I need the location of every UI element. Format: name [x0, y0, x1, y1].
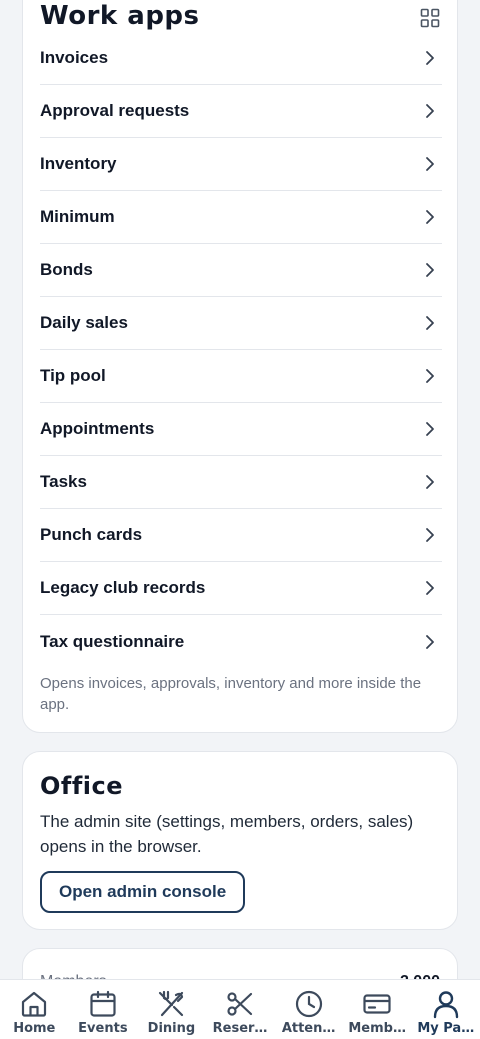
home-icon — [22, 991, 47, 1017]
work-app-inventory[interactable]: Inventory — [40, 138, 442, 191]
work-apps-hint: Opens invoices, approvals, inventory and… — [40, 675, 422, 713]
work-app-legacy-club-records[interactable]: Legacy club records — [40, 562, 442, 615]
bottom-tab-bar: Home Events Dining Reser… Atten… Memb… M… — [0, 979, 480, 1039]
row-label: Tasks — [40, 472, 87, 491]
office-card: Office The admin site (settings, members… — [22, 751, 458, 930]
office-title: Office — [40, 772, 124, 800]
tab-attendance[interactable]: Atten… — [274, 980, 343, 1039]
work-app-daily-sales[interactable]: Daily sales — [40, 297, 442, 350]
tab-label: Events — [78, 1021, 128, 1036]
calendar-icon — [90, 990, 116, 1017]
tab-my-page[interactable]: My Pa… — [411, 980, 480, 1039]
tab-events[interactable]: Events — [69, 980, 138, 1039]
work-app-appointments[interactable]: Appointments — [40, 403, 442, 456]
work-apps-title: Work apps — [40, 1, 200, 31]
row-label: Daily sales — [40, 313, 128, 332]
scissors-icon — [227, 992, 253, 1016]
open-admin-console-button[interactable]: Open admin console — [40, 871, 246, 913]
chevron-right-icon — [426, 157, 434, 171]
row-label: Tax questionnaire — [40, 631, 185, 651]
work-apps-card: Work apps Invoices Approval requests Inv… — [22, 0, 458, 733]
office-description: The admin site (settings, members, order… — [40, 812, 414, 856]
row-label: Minimum — [40, 207, 115, 226]
row-label: Invoices — [40, 48, 109, 67]
tab-label: My Pa… — [417, 1021, 475, 1036]
tab-membership[interactable]: Memb… — [343, 980, 412, 1039]
row-label: Legacy club records — [40, 578, 206, 597]
work-app-tasks[interactable]: Tasks — [40, 456, 442, 509]
row-label: Appointments — [40, 419, 155, 438]
row-label: Tip pool — [40, 366, 106, 385]
card-icon — [363, 994, 391, 1014]
chevron-right-icon — [426, 475, 434, 489]
chevron-right-icon — [426, 316, 434, 330]
tab-home[interactable]: Home — [0, 980, 69, 1039]
chevron-right-icon — [426, 369, 434, 383]
person-icon — [433, 991, 458, 1019]
tab-label: Home — [13, 1021, 56, 1036]
work-app-bonds[interactable]: Bonds — [40, 244, 442, 297]
chevron-right-icon — [426, 634, 434, 649]
work-app-tip-pool[interactable]: Tip pool — [40, 350, 442, 403]
tab-reservations[interactable]: Reser… — [206, 980, 275, 1039]
chevron-right-icon — [426, 263, 434, 277]
row-label: Approval requests — [40, 101, 190, 120]
work-app-punch-cards[interactable]: Punch cards — [40, 509, 442, 562]
tab-label: Memb… — [348, 1021, 406, 1036]
row-label: Punch cards — [40, 525, 143, 544]
tab-label: Atten… — [281, 1021, 336, 1036]
work-apps-list: Invoices Approval requests Inventory Min… — [40, 32, 442, 668]
chevron-right-icon — [426, 51, 434, 65]
chevron-right-icon — [426, 422, 434, 436]
tab-label: Dining — [147, 1021, 196, 1036]
work-app-approval-requests[interactable]: Approval requests — [40, 85, 442, 138]
work-app-tax-questionnaire[interactable]: Tax questionnaire — [40, 615, 442, 668]
row-label: Inventory — [40, 154, 117, 173]
work-app-invoices[interactable]: Invoices — [40, 32, 442, 85]
grid-icon[interactable] — [420, 8, 440, 28]
tab-label: Reser… — [212, 1021, 268, 1036]
fork-knife-icon — [159, 990, 184, 1017]
chevron-right-icon — [426, 104, 434, 118]
row-label: Bonds — [40, 260, 93, 279]
chevron-right-icon — [426, 528, 434, 542]
chevron-right-icon — [426, 581, 434, 595]
work-app-minimum[interactable]: Minimum — [40, 191, 442, 244]
chevron-right-icon — [426, 210, 434, 224]
clock-icon — [295, 990, 322, 1018]
tab-dining[interactable]: Dining — [137, 980, 206, 1039]
